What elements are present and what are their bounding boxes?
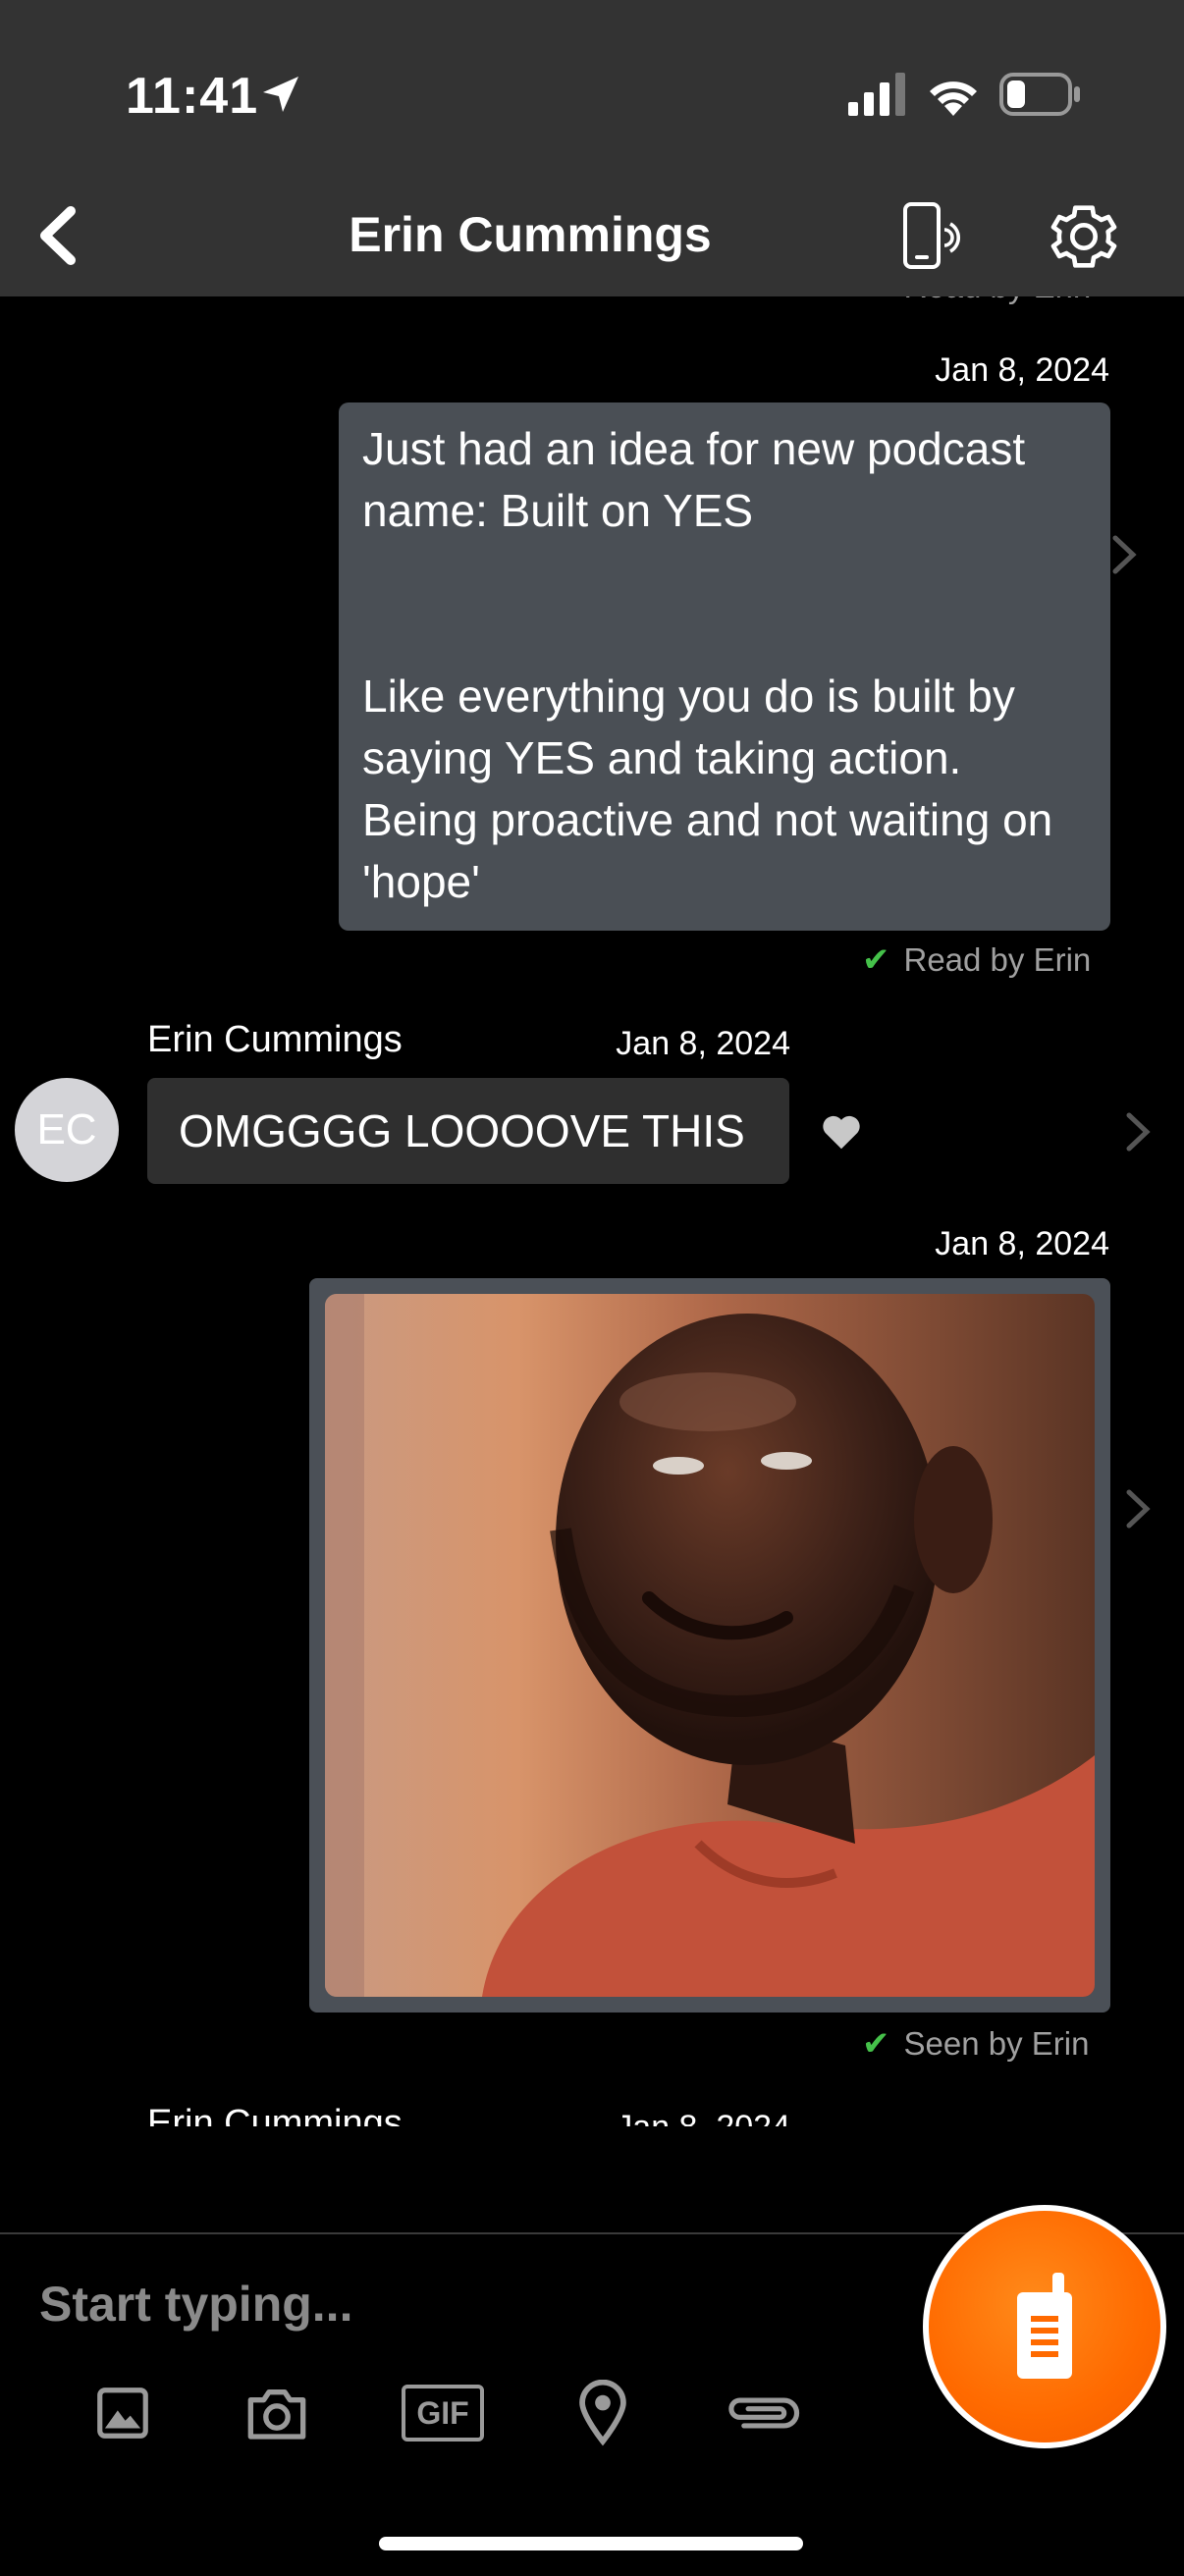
chevron-right-icon[interactable] [1109, 532, 1139, 582]
message-timestamp: Jan 8, 2024 [935, 1225, 1109, 1262]
battery-icon [999, 73, 1082, 121]
seen-receipt: ✔ Seen by Erin [862, 2025, 1090, 2063]
push-to-talk-button[interactable] [923, 2205, 1166, 2448]
paperclip-icon [728, 2397, 800, 2429]
location-button[interactable] [573, 2374, 632, 2452]
checkmark-icon: ✔ [862, 2025, 890, 2063]
gif-icon: GIF [402, 2385, 484, 2442]
sender-name: Erin Cummings [147, 1019, 403, 1060]
gear-icon [1050, 205, 1117, 268]
message-text: Like everything you do is built by sayin… [362, 671, 1053, 907]
gif-button[interactable]: GIF [399, 2374, 487, 2452]
message-timestamp: Jan 8, 2024 [616, 1025, 790, 1062]
read-receipt: ✔ Read by Erin [862, 296, 1091, 306]
image-button[interactable] [88, 2374, 157, 2452]
cellular-signal-icon [848, 73, 907, 121]
gif-image[interactable] [325, 1294, 1095, 1997]
location-pin-icon [579, 2380, 626, 2446]
outgoing-message-bubble[interactable]: Just had an idea for new podcast name: B… [339, 402, 1110, 931]
read-receipt: ✔ Read by Erin [862, 941, 1092, 979]
message-text: Just had an idea for new podcast name: B… [362, 423, 1026, 536]
call-button[interactable] [880, 190, 978, 285]
heart-icon[interactable] [821, 1113, 862, 1155]
status-bar: 11:41 [0, 0, 1184, 177]
walkie-talkie-icon [1017, 2273, 1072, 2379]
camera-button[interactable] [240, 2374, 314, 2452]
attachment-button[interactable] [717, 2374, 805, 2452]
status-time: 11:41 [126, 68, 259, 125]
message-input[interactable]: Start typing... [39, 2270, 884, 2338]
settings-button[interactable] [1037, 192, 1131, 281]
sender-name: Erin Cummings [147, 2103, 403, 2126]
checkmark-icon: ✔ [862, 296, 890, 306]
message-timestamp: Jan 8, 2024 [550, 2109, 790, 2126]
message-timestamp: Jan 8, 2024 [935, 351, 1109, 389]
incoming-message-bubble[interactable]: OMGGGG LOOOOVE THIS [147, 1078, 789, 1184]
image-icon [97, 2388, 148, 2439]
gif-message[interactable] [309, 1278, 1110, 2012]
location-arrow-icon [257, 71, 304, 123]
checkmark-icon: ✔ [862, 941, 890, 979]
message-text: OMGGGG LOOOOVE THIS [179, 1105, 745, 1156]
chevron-right-icon[interactable] [1123, 1109, 1153, 1159]
chevron-right-icon[interactable] [1123, 1486, 1153, 1536]
phone-ring-icon [903, 202, 960, 269]
avatar[interactable]: EC [15, 1078, 119, 1182]
home-indicator [379, 2537, 803, 2550]
camera-icon [247, 2389, 306, 2440]
message-list[interactable]: ✔ Read by Erin Jan 8, 2024 Just had an i… [0, 296, 1184, 2126]
navigation-bar: Erin Cummings [0, 177, 1184, 296]
wifi-icon [927, 73, 980, 121]
